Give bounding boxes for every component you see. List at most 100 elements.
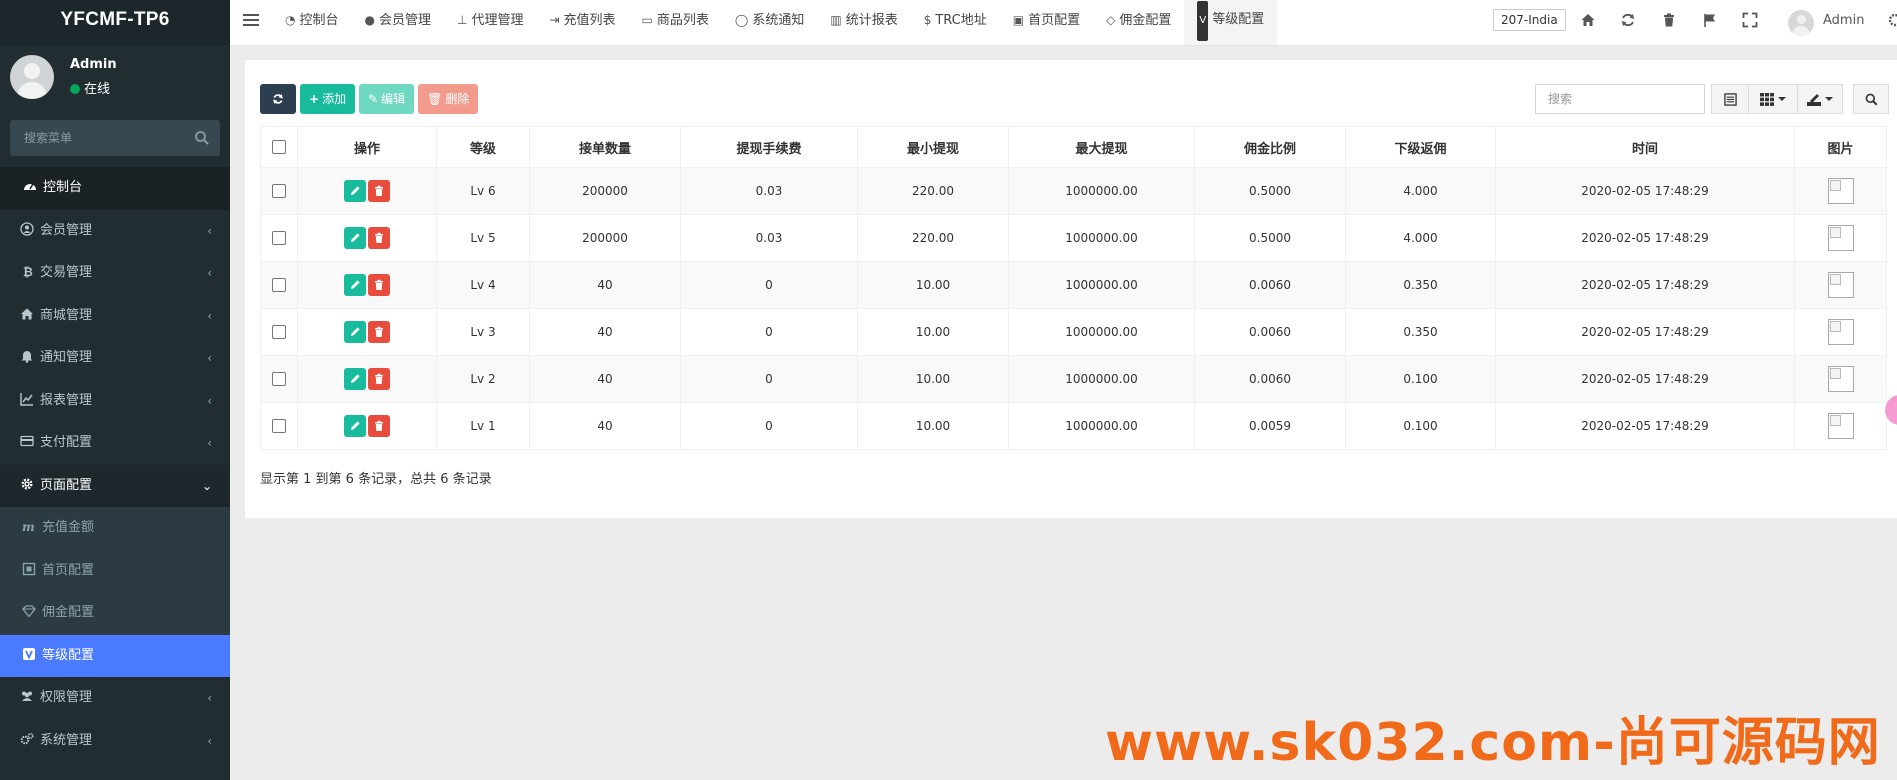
refresh-icon[interactable] [1620, 12, 1636, 28]
sidebar-item-permissions[interactable]: 权限管理 ‹ [0, 677, 230, 720]
tab-commission-config[interactable]: ◇ 佣金配置 [1093, 0, 1184, 45]
row-edit-button[interactable] [344, 368, 366, 390]
table-cell: 0.0060 [1194, 355, 1346, 403]
sidebar-item-system[interactable]: 系统管理 ‹ [0, 720, 230, 763]
row-checkbox[interactable] [272, 278, 286, 293]
tab-level-config[interactable]: V 等级配置 [1184, 0, 1278, 45]
sidebar-item-mall[interactable]: 商城管理 ‹ [0, 295, 230, 338]
top-avatar[interactable] [1788, 10, 1814, 36]
brand-logo[interactable]: YFCMF-TP6 [0, 0, 230, 45]
line-chart-icon [20, 392, 33, 406]
row-checkbox[interactable] [272, 184, 286, 199]
row-edit-button[interactable] [344, 274, 366, 296]
row-edit-button[interactable] [344, 321, 366, 343]
table-cell: 220.00 [857, 167, 1009, 215]
tab-home-config[interactable]: ▣ 首页配置 [1000, 0, 1093, 45]
row-edit-button[interactable] [344, 415, 366, 437]
select-all-checkbox[interactable] [272, 140, 286, 154]
row-delete-button[interactable] [368, 415, 390, 437]
column-header[interactable]: 接单数量 [529, 126, 681, 168]
sidebar-item-reports[interactable]: 报表管理 ‹ [0, 380, 230, 423]
sidebar-toggle-icon[interactable] [243, 14, 259, 28]
sidebar-item-trading[interactable]: ₿ 交易管理 ‹ [0, 252, 230, 295]
tab-label: TRC地址 [935, 13, 987, 28]
tab-members[interactable]: ● 会员管理 [352, 0, 445, 45]
edit-button[interactable]: ✎ 编辑 [359, 84, 415, 114]
sidebar-search-input[interactable] [10, 120, 194, 156]
sign-in-icon: ⇥ [549, 13, 560, 27]
sidebar-item-page-config[interactable]: 页面配置 ⌄ [0, 464, 230, 507]
user-panel: Admin 在线 [0, 45, 230, 119]
sidebar-item-label: 首页配置 [42, 562, 95, 578]
row-delete-button[interactable] [368, 227, 390, 249]
trash-icon[interactable] [1661, 12, 1677, 28]
tab-trc-address[interactable]: $ TRC地址 [911, 0, 1000, 45]
top-admin-name[interactable]: Admin [1823, 13, 1864, 28]
bell-icon [21, 351, 33, 363]
level-image-placeholder[interactable] [1827, 319, 1854, 345]
row-edit-button[interactable] [344, 180, 366, 202]
row-checkbox[interactable] [272, 419, 286, 434]
tab-product-list[interactable]: ▭ 商品列表 [629, 0, 722, 45]
column-header[interactable]: 时间 [1495, 126, 1795, 168]
row-image-cell [1794, 167, 1887, 215]
fullscreen-icon[interactable] [1742, 12, 1758, 28]
table-cell: Lv 1 [436, 402, 530, 450]
toggle-view-button[interactable] [1711, 84, 1749, 114]
sidebar-item-notifications[interactable]: 通知管理 ‹ [0, 337, 230, 380]
tab-statistics[interactable]: ▥ 统计报表 [817, 0, 910, 45]
row-delete-button[interactable] [368, 274, 390, 296]
level-image-placeholder[interactable] [1827, 366, 1854, 392]
table-search-input[interactable] [1535, 84, 1705, 114]
column-header[interactable]: 最小提现 [857, 126, 1009, 168]
column-header[interactable]: 最大提现 [1008, 126, 1195, 168]
gear-icon[interactable] [1886, 12, 1897, 28]
row-checkbox[interactable] [272, 325, 286, 340]
row-delete-button[interactable] [368, 321, 390, 343]
sidebar-subitem-home-config[interactable]: 首页配置 [0, 550, 230, 593]
language-badge[interactable]: 207-India [1493, 9, 1566, 31]
column-header[interactable]: 等级 [436, 126, 530, 168]
tab-dashboard[interactable]: ◔ 控制台 [272, 0, 352, 45]
columns-dropdown-button[interactable] [1748, 84, 1798, 114]
flag-icon[interactable] [1702, 12, 1718, 28]
tab-recharge-list[interactable]: ⇥ 充值列表 [536, 0, 628, 45]
delete-button[interactable]: 🗑 删除 [418, 84, 479, 114]
home-icon[interactable] [1580, 12, 1596, 28]
chevron-left-icon: ‹ [207, 691, 212, 705]
caret-down-icon [1825, 97, 1833, 101]
sidebar-menu: 控制台 会员管理 ‹ ₿ 交易管理 ‹ 商城管理 ‹ 通知管理 ‹ 报表管理 ‹ 支付配置 ‹… [0, 167, 230, 762]
tab-agents[interactable]: ⊥ 代理管理 [444, 0, 536, 45]
sidebar-item-dashboard[interactable]: 控制台 [0, 167, 230, 210]
sidebar-item-members[interactable]: 会员管理 ‹ [0, 210, 230, 253]
row-checkbox[interactable] [272, 372, 286, 387]
sidebar-subitem-commission-config[interactable]: 佣金配置 [0, 592, 230, 635]
sidebar-item-payment[interactable]: 支付配置 ‹ [0, 422, 230, 465]
row-edit-button[interactable] [344, 227, 366, 249]
level-image-placeholder[interactable] [1827, 178, 1854, 204]
v-icon: V [1197, 1, 1209, 41]
export-dropdown-button[interactable] [1797, 84, 1843, 114]
row-delete-button[interactable] [368, 180, 390, 202]
tab-system-notice[interactable]: ◯ 系统通知 [722, 0, 817, 45]
pencil-icon [351, 186, 360, 195]
level-image-placeholder[interactable] [1827, 272, 1854, 298]
row-delete-button[interactable] [368, 368, 390, 390]
dollar-icon: $ [923, 13, 932, 27]
level-image-placeholder[interactable] [1827, 225, 1854, 251]
column-header[interactable]: 佣金比例 [1194, 126, 1346, 168]
column-header[interactable]: 提现手续费 [680, 126, 858, 168]
sidebar-item-label: 控制台 [43, 180, 83, 195]
table-cell: 0.350 [1345, 261, 1496, 309]
row-checkbox[interactable] [272, 231, 286, 246]
search-icon[interactable] [194, 130, 210, 146]
add-button[interactable]: + 添加 [300, 84, 356, 114]
sidebar-subitem-level-config[interactable]: 等级配置 [0, 634, 230, 677]
table-header-row: 操作 等级 接单数量 提现手续费 最小提现 最大提现 佣金比例 下级返佣 时间 … [260, 126, 1887, 168]
tab-label: 充值列表 [563, 13, 616, 28]
refresh-button[interactable] [260, 84, 296, 114]
search-button[interactable] [1853, 84, 1889, 114]
sidebar-subitem-recharge-amount[interactable]: m 充值金额 [0, 507, 230, 550]
column-header[interactable]: 下级返佣 [1345, 126, 1496, 168]
level-image-placeholder[interactable] [1827, 413, 1854, 439]
